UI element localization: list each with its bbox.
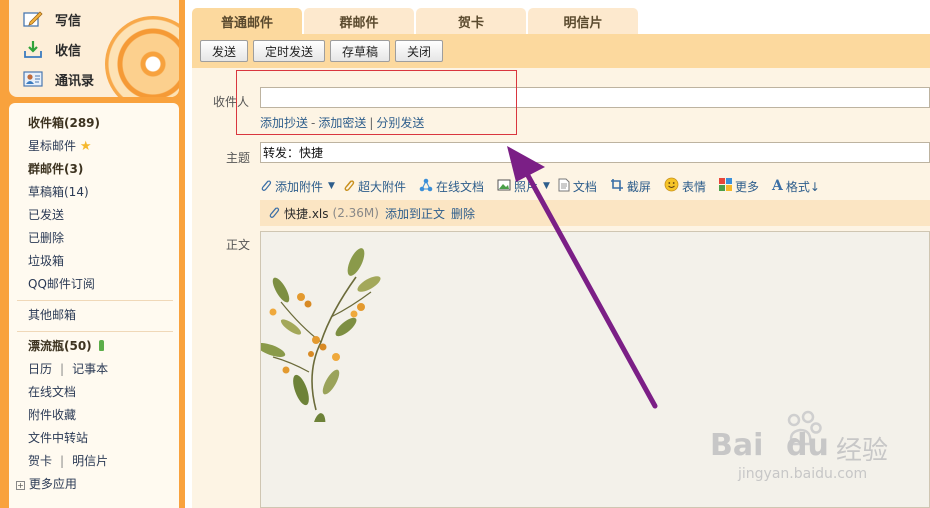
add-to-body-link[interactable]: 添加到正文 bbox=[385, 205, 445, 222]
expand-plus-icon: + bbox=[16, 481, 25, 490]
more-apps-link[interactable]: + 更多应用 bbox=[16, 475, 77, 492]
drift-bottle-label: 漂流瓶(50) bbox=[28, 339, 92, 353]
font-a-icon: A bbox=[771, 178, 783, 194]
orange-slice-decoration bbox=[105, 16, 179, 97]
folder-other-mailboxes[interactable]: 其他邮箱 bbox=[28, 306, 76, 323]
delete-attachment-link[interactable]: 删除 bbox=[451, 205, 475, 222]
folder-starred[interactable]: 星标邮件 ★ bbox=[28, 137, 92, 154]
folder-inbox[interactable]: 收件箱(289) bbox=[28, 114, 100, 131]
tab-greeting-card[interactable]: 贺卡 bbox=[416, 8, 526, 34]
compose-toolbar: 发送 定时发送 存草稿 关闭 bbox=[192, 34, 930, 68]
floral-stationery-decoration bbox=[261, 248, 381, 422]
subject-input[interactable]: 转发：快捷 bbox=[260, 142, 930, 163]
scheduled-send-button[interactable]: 定时发送 bbox=[253, 40, 325, 62]
calendar-notebook-row: 日历 | 记事本 bbox=[28, 360, 108, 377]
watermark-url: jingyan.baidu.com bbox=[738, 466, 868, 482]
photo-icon bbox=[497, 178, 511, 195]
document-button[interactable]: 文档 bbox=[558, 178, 597, 195]
attachment-filename: 快捷.xls bbox=[284, 206, 329, 221]
format-button[interactable]: A 格式↓ bbox=[772, 178, 820, 195]
separator: | bbox=[60, 454, 65, 468]
subject-label: 主题 bbox=[226, 151, 251, 165]
notebook-link[interactable]: 记事本 bbox=[72, 362, 108, 376]
attached-file-row: 快捷.xls (2.36M) 添加到正文 删除 bbox=[260, 200, 930, 226]
star-icon: ★ bbox=[79, 139, 92, 154]
folder-list: 收件箱(289) 星标邮件 ★ 群邮件(3) 草稿箱(14) 已发送 已删除 垃… bbox=[9, 103, 179, 508]
contacts-button[interactable]: 通讯录 bbox=[23, 67, 94, 91]
large-attachment-label: 超大附件 bbox=[357, 179, 406, 194]
send-button[interactable]: 发送 bbox=[200, 40, 248, 62]
photo-dropdown-icon[interactable]: ▼ bbox=[543, 181, 550, 191]
paperclip-icon bbox=[260, 178, 272, 195]
folder-drafts[interactable]: 草稿箱(14) bbox=[28, 183, 89, 200]
online-doc-label: 在线文档 bbox=[435, 179, 484, 194]
contacts-label: 通讯录 bbox=[55, 73, 95, 89]
receive-mail-label: 收信 bbox=[55, 43, 82, 59]
online-doc-button[interactable]: 在线文档 bbox=[419, 178, 484, 195]
divider bbox=[17, 300, 173, 301]
screenshot-button[interactable]: 截屏 bbox=[610, 178, 651, 195]
tab-normal-mail[interactable]: 普通邮件 bbox=[192, 8, 302, 34]
online-docs-link[interactable]: 在线文档 bbox=[28, 383, 76, 400]
add-attachment-button[interactable]: 添加附件 bbox=[260, 178, 323, 195]
folder-starred-label: 星标邮件 bbox=[28, 139, 77, 153]
separator: | bbox=[60, 362, 65, 376]
compose-tabs: 普通邮件 群邮件 贺卡 明信片 bbox=[192, 8, 638, 34]
attachment-size: (2.36M) bbox=[332, 206, 379, 220]
receive-mail-button[interactable]: 收信 bbox=[23, 37, 81, 61]
compose-icon bbox=[23, 10, 43, 28]
folder-subscriptions[interactable]: QQ邮件订阅 bbox=[28, 275, 95, 292]
watermark-brand: Bai bbox=[710, 428, 764, 463]
emoji-smile-icon bbox=[664, 177, 679, 195]
card-postcard-row: 贺卡 | 明信片 bbox=[28, 452, 108, 469]
quick-actions-panel: 写信 收信 通讯录 bbox=[9, 0, 179, 97]
postcard-link[interactable]: 明信片 bbox=[72, 454, 108, 468]
document-icon bbox=[558, 178, 570, 195]
close-button[interactable]: 关闭 bbox=[395, 40, 443, 62]
greeting-card-link[interactable]: 贺卡 bbox=[28, 454, 52, 468]
folder-spam[interactable]: 垃圾箱 bbox=[28, 252, 64, 269]
drift-bottle-link[interactable]: 漂流瓶(50) bbox=[28, 337, 104, 354]
tab-postcard[interactable]: 明信片 bbox=[528, 8, 638, 34]
document-label: 文档 bbox=[572, 179, 597, 194]
photo-button[interactable]: 照片 bbox=[497, 178, 538, 195]
save-draft-button[interactable]: 存草稿 bbox=[330, 40, 390, 62]
contacts-icon bbox=[23, 70, 43, 88]
inbox-download-icon bbox=[23, 40, 43, 58]
compose-label: 写信 bbox=[55, 13, 82, 29]
more-apps-label: 更多应用 bbox=[28, 477, 77, 491]
attachment-dropdown-icon[interactable]: ▼ bbox=[328, 181, 335, 191]
file-transfer-link[interactable]: 文件中转站 bbox=[28, 429, 88, 446]
calendar-link[interactable]: 日历 bbox=[28, 362, 52, 376]
folder-group[interactable]: 群邮件(3) bbox=[28, 160, 83, 177]
screenshot-icon bbox=[610, 178, 624, 195]
emoji-button[interactable]: 表情 bbox=[664, 177, 706, 195]
attachment-clip-icon bbox=[268, 205, 280, 222]
watermark-jingyan: 经验 bbox=[836, 436, 889, 466]
screenshot-label: 截屏 bbox=[626, 179, 651, 194]
body-label: 正文 bbox=[226, 238, 251, 252]
folder-sent[interactable]: 已发送 bbox=[28, 206, 64, 223]
highlight-box bbox=[236, 70, 517, 135]
photo-label: 照片 bbox=[513, 179, 538, 194]
large-paperclip-icon bbox=[343, 178, 355, 195]
online-doc-icon bbox=[419, 178, 433, 195]
tab-group-mail[interactable]: 群邮件 bbox=[304, 8, 414, 34]
more-label: 更多 bbox=[734, 179, 759, 194]
format-label: 格式↓ bbox=[785, 179, 820, 194]
sidebar: 写信 收信 通讯录 收件箱(289) 星标邮件 ★ 群邮件(3) 草稿箱(14)… bbox=[0, 0, 185, 508]
baidu-jingyan-watermark: Bai du 经验 jingyan.baidu.com bbox=[710, 410, 910, 490]
watermark-brand-du: du bbox=[786, 428, 829, 463]
folder-deleted[interactable]: 已删除 bbox=[28, 229, 64, 246]
divider bbox=[17, 331, 173, 332]
compose-button[interactable]: 写信 bbox=[23, 7, 81, 31]
more-button[interactable]: 更多 bbox=[718, 178, 759, 195]
bottle-icon bbox=[98, 340, 104, 351]
emoji-label: 表情 bbox=[681, 179, 706, 194]
add-attachment-label: 添加附件 bbox=[275, 179, 324, 194]
attachment-toolbar: 添加附件 ▼ 超大附件 在线文档 照片 ▼ 文档 截屏 表情 更多 A 格式↓ bbox=[260, 176, 833, 196]
attachment-collection-link[interactable]: 附件收藏 bbox=[28, 406, 76, 423]
grid-more-icon bbox=[718, 178, 732, 194]
large-attachment-button[interactable]: 超大附件 bbox=[343, 178, 406, 195]
